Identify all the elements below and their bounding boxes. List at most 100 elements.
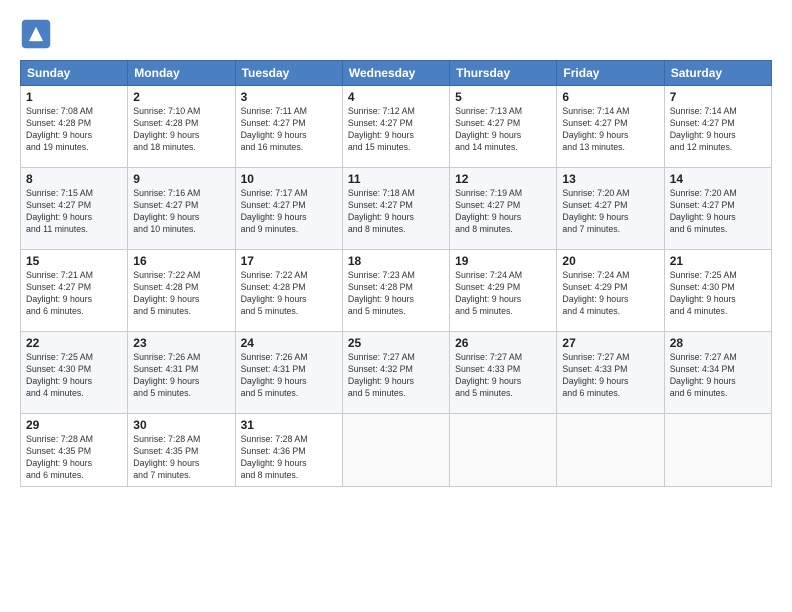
page: SundayMondayTuesdayWednesdayThursdayFrid…	[0, 0, 792, 612]
day-number: 24	[241, 336, 337, 350]
day-number: 6	[562, 90, 658, 104]
calendar-cell: 5 Sunrise: 7:13 AMSunset: 4:27 PMDayligh…	[450, 86, 557, 168]
header	[20, 18, 772, 50]
calendar-cell: 11 Sunrise: 7:18 AMSunset: 4:27 PMDaylig…	[342, 168, 449, 250]
logo	[20, 18, 56, 50]
day-info: Sunrise: 7:08 AMSunset: 4:28 PMDaylight:…	[26, 106, 122, 154]
day-info: Sunrise: 7:28 AMSunset: 4:35 PMDaylight:…	[26, 434, 122, 482]
day-info: Sunrise: 7:24 AMSunset: 4:29 PMDaylight:…	[455, 270, 551, 318]
day-info: Sunrise: 7:24 AMSunset: 4:29 PMDaylight:…	[562, 270, 658, 318]
day-info: Sunrise: 7:12 AMSunset: 4:27 PMDaylight:…	[348, 106, 444, 154]
calendar-day-header: Friday	[557, 61, 664, 86]
day-info: Sunrise: 7:16 AMSunset: 4:27 PMDaylight:…	[133, 188, 229, 236]
day-number: 5	[455, 90, 551, 104]
day-info: Sunrise: 7:10 AMSunset: 4:28 PMDaylight:…	[133, 106, 229, 154]
calendar-cell: 7 Sunrise: 7:14 AMSunset: 4:27 PMDayligh…	[664, 86, 771, 168]
day-number: 26	[455, 336, 551, 350]
day-info: Sunrise: 7:14 AMSunset: 4:27 PMDaylight:…	[562, 106, 658, 154]
day-info: Sunrise: 7:26 AMSunset: 4:31 PMDaylight:…	[241, 352, 337, 400]
day-info: Sunrise: 7:27 AMSunset: 4:32 PMDaylight:…	[348, 352, 444, 400]
day-number: 31	[241, 418, 337, 432]
day-number: 23	[133, 336, 229, 350]
calendar-day-header: Thursday	[450, 61, 557, 86]
day-info: Sunrise: 7:25 AMSunset: 4:30 PMDaylight:…	[26, 352, 122, 400]
calendar-cell: 27 Sunrise: 7:27 AMSunset: 4:33 PMDaylig…	[557, 332, 664, 414]
day-info: Sunrise: 7:14 AMSunset: 4:27 PMDaylight:…	[670, 106, 766, 154]
day-number: 4	[348, 90, 444, 104]
day-info: Sunrise: 7:22 AMSunset: 4:28 PMDaylight:…	[241, 270, 337, 318]
day-number: 3	[241, 90, 337, 104]
day-number: 11	[348, 172, 444, 186]
day-number: 18	[348, 254, 444, 268]
day-number: 14	[670, 172, 766, 186]
day-number: 22	[26, 336, 122, 350]
day-number: 15	[26, 254, 122, 268]
day-info: Sunrise: 7:28 AMSunset: 4:36 PMDaylight:…	[241, 434, 337, 482]
day-info: Sunrise: 7:11 AMSunset: 4:27 PMDaylight:…	[241, 106, 337, 154]
calendar-cell: 18 Sunrise: 7:23 AMSunset: 4:28 PMDaylig…	[342, 250, 449, 332]
day-number: 8	[26, 172, 122, 186]
calendar-cell	[664, 414, 771, 487]
calendar-day-header: Tuesday	[235, 61, 342, 86]
calendar-cell: 21 Sunrise: 7:25 AMSunset: 4:30 PMDaylig…	[664, 250, 771, 332]
day-number: 1	[26, 90, 122, 104]
day-number: 21	[670, 254, 766, 268]
calendar-week-row: 1 Sunrise: 7:08 AMSunset: 4:28 PMDayligh…	[21, 86, 772, 168]
day-number: 17	[241, 254, 337, 268]
day-number: 27	[562, 336, 658, 350]
day-info: Sunrise: 7:26 AMSunset: 4:31 PMDaylight:…	[133, 352, 229, 400]
day-info: Sunrise: 7:20 AMSunset: 4:27 PMDaylight:…	[670, 188, 766, 236]
day-info: Sunrise: 7:17 AMSunset: 4:27 PMDaylight:…	[241, 188, 337, 236]
day-info: Sunrise: 7:27 AMSunset: 4:33 PMDaylight:…	[455, 352, 551, 400]
day-info: Sunrise: 7:13 AMSunset: 4:27 PMDaylight:…	[455, 106, 551, 154]
day-number: 20	[562, 254, 658, 268]
calendar-cell: 23 Sunrise: 7:26 AMSunset: 4:31 PMDaylig…	[128, 332, 235, 414]
day-number: 30	[133, 418, 229, 432]
calendar-cell: 3 Sunrise: 7:11 AMSunset: 4:27 PMDayligh…	[235, 86, 342, 168]
calendar-week-row: 29 Sunrise: 7:28 AMSunset: 4:35 PMDaylig…	[21, 414, 772, 487]
day-info: Sunrise: 7:22 AMSunset: 4:28 PMDaylight:…	[133, 270, 229, 318]
day-number: 19	[455, 254, 551, 268]
calendar-cell: 10 Sunrise: 7:17 AMSunset: 4:27 PMDaylig…	[235, 168, 342, 250]
logo-icon	[20, 18, 52, 50]
day-info: Sunrise: 7:15 AMSunset: 4:27 PMDaylight:…	[26, 188, 122, 236]
calendar-day-header: Sunday	[21, 61, 128, 86]
calendar-cell: 25 Sunrise: 7:27 AMSunset: 4:32 PMDaylig…	[342, 332, 449, 414]
day-number: 2	[133, 90, 229, 104]
calendar-cell: 29 Sunrise: 7:28 AMSunset: 4:35 PMDaylig…	[21, 414, 128, 487]
calendar-cell	[450, 414, 557, 487]
calendar-cell	[342, 414, 449, 487]
day-info: Sunrise: 7:18 AMSunset: 4:27 PMDaylight:…	[348, 188, 444, 236]
calendar-day-header: Wednesday	[342, 61, 449, 86]
calendar-week-row: 8 Sunrise: 7:15 AMSunset: 4:27 PMDayligh…	[21, 168, 772, 250]
calendar-cell: 15 Sunrise: 7:21 AMSunset: 4:27 PMDaylig…	[21, 250, 128, 332]
calendar-week-row: 22 Sunrise: 7:25 AMSunset: 4:30 PMDaylig…	[21, 332, 772, 414]
day-number: 12	[455, 172, 551, 186]
calendar-cell: 28 Sunrise: 7:27 AMSunset: 4:34 PMDaylig…	[664, 332, 771, 414]
calendar-cell: 1 Sunrise: 7:08 AMSunset: 4:28 PMDayligh…	[21, 86, 128, 168]
calendar-cell: 8 Sunrise: 7:15 AMSunset: 4:27 PMDayligh…	[21, 168, 128, 250]
day-info: Sunrise: 7:23 AMSunset: 4:28 PMDaylight:…	[348, 270, 444, 318]
calendar-cell: 19 Sunrise: 7:24 AMSunset: 4:29 PMDaylig…	[450, 250, 557, 332]
calendar-cell	[557, 414, 664, 487]
calendar-cell: 9 Sunrise: 7:16 AMSunset: 4:27 PMDayligh…	[128, 168, 235, 250]
calendar-day-header: Monday	[128, 61, 235, 86]
day-number: 28	[670, 336, 766, 350]
day-info: Sunrise: 7:25 AMSunset: 4:30 PMDaylight:…	[670, 270, 766, 318]
day-number: 29	[26, 418, 122, 432]
calendar-cell: 31 Sunrise: 7:28 AMSunset: 4:36 PMDaylig…	[235, 414, 342, 487]
calendar-cell: 26 Sunrise: 7:27 AMSunset: 4:33 PMDaylig…	[450, 332, 557, 414]
day-number: 7	[670, 90, 766, 104]
day-number: 25	[348, 336, 444, 350]
calendar-cell: 6 Sunrise: 7:14 AMSunset: 4:27 PMDayligh…	[557, 86, 664, 168]
day-info: Sunrise: 7:27 AMSunset: 4:33 PMDaylight:…	[562, 352, 658, 400]
calendar-cell: 16 Sunrise: 7:22 AMSunset: 4:28 PMDaylig…	[128, 250, 235, 332]
day-number: 13	[562, 172, 658, 186]
calendar-cell: 22 Sunrise: 7:25 AMSunset: 4:30 PMDaylig…	[21, 332, 128, 414]
calendar-cell: 13 Sunrise: 7:20 AMSunset: 4:27 PMDaylig…	[557, 168, 664, 250]
calendar-cell: 14 Sunrise: 7:20 AMSunset: 4:27 PMDaylig…	[664, 168, 771, 250]
calendar-day-header: Saturday	[664, 61, 771, 86]
calendar-cell: 4 Sunrise: 7:12 AMSunset: 4:27 PMDayligh…	[342, 86, 449, 168]
calendar-cell: 17 Sunrise: 7:22 AMSunset: 4:28 PMDaylig…	[235, 250, 342, 332]
day-info: Sunrise: 7:21 AMSunset: 4:27 PMDaylight:…	[26, 270, 122, 318]
